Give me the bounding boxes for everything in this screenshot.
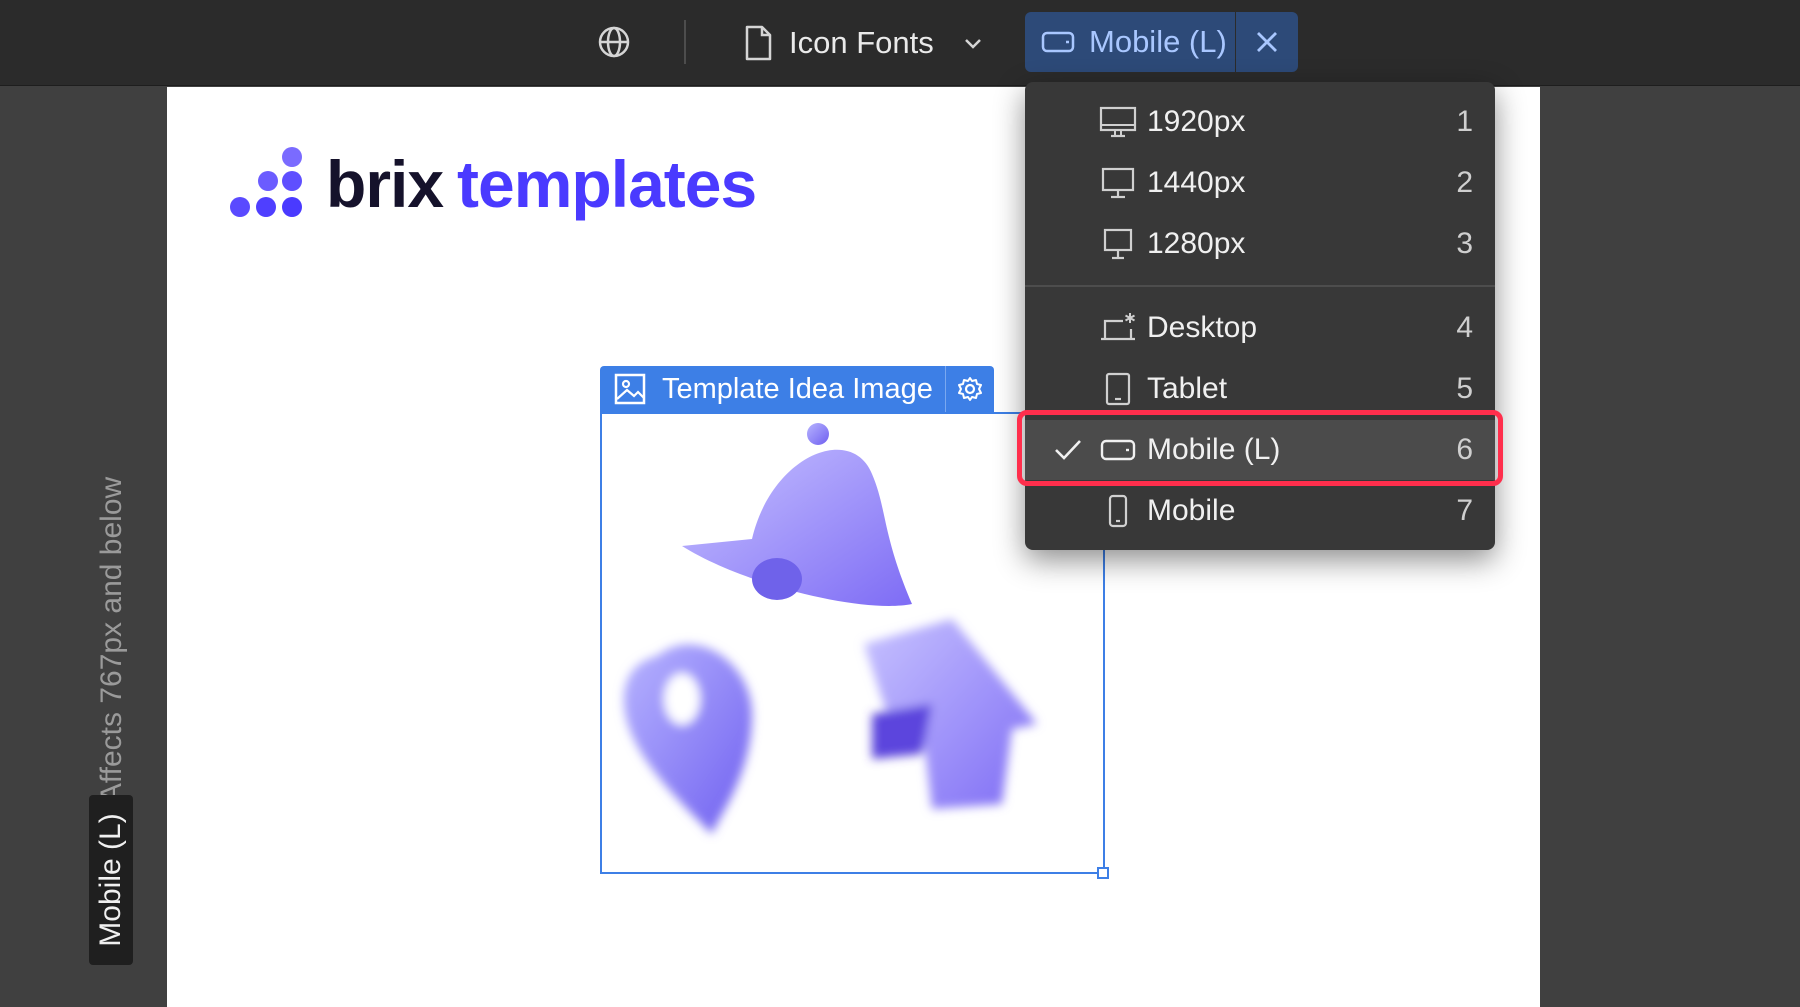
breakpoint-selector[interactable]: Mobile (L) [1025,12,1235,72]
gear-icon[interactable] [956,375,984,403]
menu-item-label: 1280px [1147,227,1246,260]
selected-element-name: Template Idea Image [662,372,933,405]
logo-word-templates: templates [457,147,757,221]
page-icon [745,25,772,61]
menu-item-label: 1920px [1147,105,1246,138]
close-icon [1257,32,1277,52]
desktop-base-icon [1101,313,1135,341]
top-toolbar: Icon Fonts Mobile (L) [0,0,1800,86]
menu-item-1920px[interactable]: 1920px 1 [1025,92,1495,152]
menu-item-label: Tablet [1147,372,1228,405]
breakpoint-badge: Mobile (L) [89,795,133,965]
left-rail [0,86,168,1007]
resize-handle[interactable] [1097,867,1109,879]
menu-item-desktop[interactable]: Desktop 4 [1025,298,1495,358]
brix-logo-icon [230,147,302,217]
breakpoint-label: Mobile (L) [1089,24,1227,59]
monitor-icon [1099,106,1137,138]
page-selector[interactable]: Icon Fonts [743,18,984,68]
menu-item-shortcut: 2 [1456,166,1473,199]
menu-item-1280px[interactable]: 1280px 3 [1025,214,1495,274]
logo-word-brix: brix [326,147,444,221]
brand-logo[interactable]: brix templates [228,145,757,223]
chevron-down-icon [964,39,981,49]
breakpoint-affects-text: Affects 767px and below [95,476,128,804]
menu-item-shortcut: 4 [1456,311,1473,344]
menu-item-shortcut: 3 [1456,227,1473,260]
menu-divider [1025,285,1495,287]
right-rail [1540,86,1800,1007]
monitor-icon [1101,167,1135,199]
label-divider [944,366,946,412]
breakpoint-badge-label: Mobile (L) [94,813,127,947]
menu-item-shortcut: 7 [1456,494,1473,527]
menu-item-label: 1440px [1147,166,1246,199]
menu-item-shortcut: 1 [1456,105,1473,138]
toolbar-divider [684,20,686,64]
globe-icon[interactable] [594,22,634,62]
page-name: Icon Fonts [789,25,934,60]
menu-item-label: Mobile [1147,494,1236,527]
menu-item-mobile[interactable]: Mobile 7 [1025,481,1495,541]
menu-item-label: Desktop [1147,311,1258,344]
menu-item-shortcut: 5 [1456,372,1473,405]
monitor-icon [1103,228,1133,260]
highlight-annotation [1017,410,1503,486]
image-icon [614,373,646,405]
menu-item-1440px[interactable]: 1440px 2 [1025,153,1495,213]
clear-breakpoint-button[interactable] [1236,12,1298,72]
mobile-landscape-icon [1041,31,1075,53]
selected-element-label[interactable]: Template Idea Image [600,366,994,412]
tablet-icon [1105,372,1131,406]
mobile-portrait-icon [1108,494,1128,528]
